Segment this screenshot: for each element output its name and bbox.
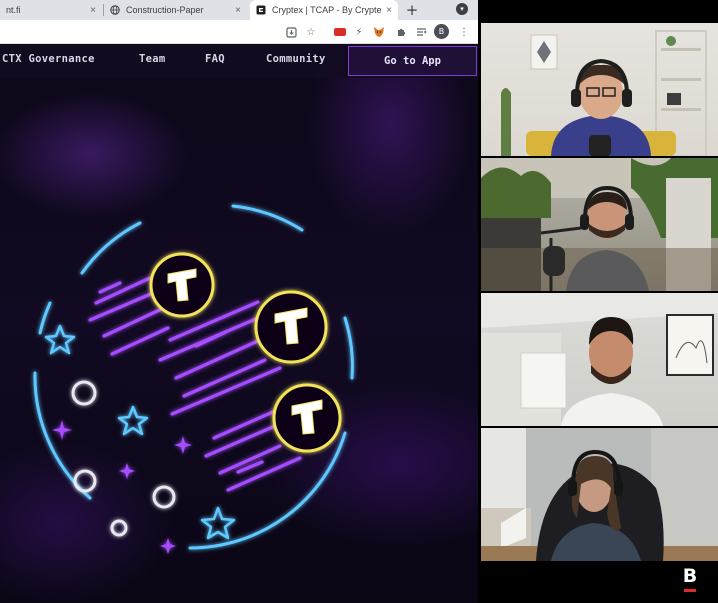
globe-icon [110, 5, 120, 15]
decorative-rings [71, 380, 176, 537]
tab-bar: nt.fi × Construction-Paper × Cryptex | T… [0, 0, 478, 20]
participant-video [501, 30, 707, 156]
new-tab-button[interactable]: + [404, 0, 420, 20]
participant-video [481, 428, 718, 561]
go-to-app-button[interactable]: Go to App [348, 46, 477, 76]
tcap-token-1 [149, 252, 215, 318]
browser-window: nt.fi × Construction-Paper × Cryptex | T… [0, 0, 478, 603]
tab-nt-fi[interactable]: nt.fi × [0, 0, 102, 20]
site-nav: CTX Governance Team FAQ Community Go to … [0, 44, 478, 78]
cryptex-logo-icon [256, 5, 266, 15]
video-tile-participant-3 [481, 293, 718, 426]
metamask-fox-icon[interactable] [372, 25, 386, 39]
profile-avatar[interactable]: B [434, 24, 449, 39]
tab-cryptex-active[interactable]: Cryptex | TCAP - By Crypte × [250, 0, 398, 20]
brand-logo-underline [684, 589, 696, 592]
lightning-icon[interactable]: ⚡ [352, 25, 366, 39]
nav-ctx-governance[interactable]: CTX Governance [2, 53, 95, 65]
close-tab-icon[interactable]: × [386, 5, 392, 16]
video-tile-participant-4 [481, 428, 718, 561]
video-tile-participant-2 [481, 158, 718, 291]
close-tab-icon[interactable]: × [235, 5, 241, 16]
extension-red-icon[interactable] [334, 28, 346, 36]
install-icon[interactable] [284, 25, 298, 39]
tab-search-icon[interactable]: ▾ [456, 3, 468, 15]
browser-toolbar: ☆ ⚡ B ⋮ [0, 20, 478, 44]
video-tile-participant-1 [481, 23, 718, 156]
tcap-token-2 [254, 290, 328, 364]
participant-video [481, 158, 718, 291]
nav-faq[interactable]: FAQ [205, 53, 225, 65]
reading-list-icon[interactable] [414, 25, 428, 39]
tab-construction-paper[interactable]: Construction-Paper × [104, 0, 247, 20]
close-tab-icon[interactable]: × [90, 5, 96, 16]
tab-title: Cryptex | TCAP - By Crypte [272, 5, 382, 15]
nav-community[interactable]: Community [266, 53, 326, 65]
puzzle-icon[interactable] [394, 25, 408, 39]
participant-video [481, 293, 718, 426]
kebab-menu-icon[interactable]: ⋮ [457, 25, 471, 39]
star-icon[interactable]: ☆ [304, 25, 318, 39]
cryptex-site: CTX Governance Team FAQ Community Go to … [0, 44, 478, 603]
hero-illustration [33, 204, 354, 554]
tcap-token-3 [272, 383, 342, 453]
tab-title: nt.fi [6, 5, 21, 15]
decorative-stars [44, 324, 236, 540]
tab-title: Construction-Paper [126, 5, 204, 15]
nav-team[interactable]: Team [139, 53, 166, 65]
